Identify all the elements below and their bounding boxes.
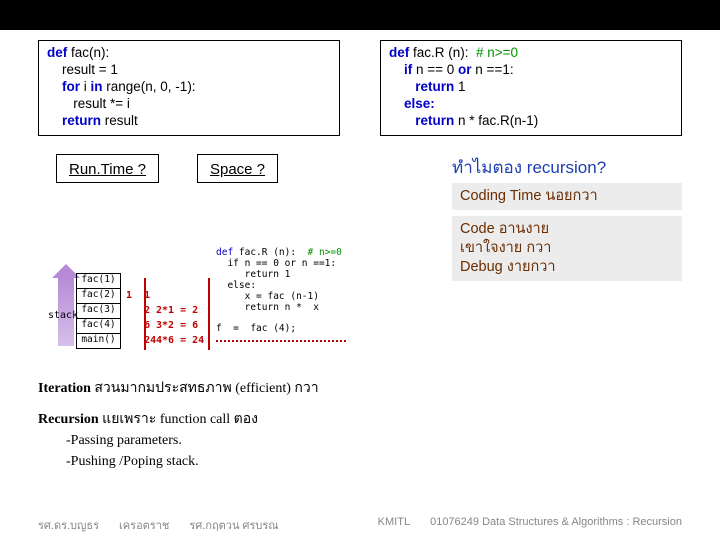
space-question: Space ? — [197, 154, 278, 183]
return-values: 1 1 2 6 24 — [126, 288, 156, 348]
call-stack: fac(1) fac(2) fac(3) fac(4) main() — [76, 273, 121, 349]
explanation-text: Iteration สวนมากมประสทธภาพ (efficient) ก… — [38, 378, 678, 472]
benefit-readable: Code อานงาย เขาใจงาย กวา Debug งายกวา — [452, 216, 682, 281]
dotted-line — [216, 340, 346, 342]
author2: รศ.กฤตวน ศรบรณ — [189, 516, 278, 534]
code-boxes: def fac(n): result = 1 for i in range(n,… — [38, 40, 682, 136]
stack-cell: fac(2) — [77, 288, 121, 303]
author1b: เครอตราช — [119, 516, 169, 534]
trace-line — [144, 278, 146, 350]
stack-cell: fac(3) — [77, 303, 121, 318]
footer: รศ.ดร.บญธร เครอตราช รศ.กฤตวน ศรบรณ KMITL… — [0, 516, 720, 534]
stack-cell: main() — [77, 333, 121, 348]
why-title: ทำไมตอง recursion? — [452, 154, 682, 181]
calculations: 2*1 = 2 3*2 = 6 4*6 = 24 — [156, 288, 204, 348]
code-iterative: def fac(n): result = 1 for i in range(n,… — [38, 40, 340, 136]
diagram-code: def fac.R (n): # n>=0 if n == 0 or n ==1… — [216, 248, 342, 335]
why-recursion: ทำไมตอง recursion? Coding Time นอยกวา Co… — [452, 154, 682, 286]
institution: KMITL — [378, 516, 410, 534]
code-recursive: def fac.R (n): # n>=0 if n == 0 or n ==1… — [380, 40, 682, 136]
runtime-question: Run.Time ? — [56, 154, 159, 183]
author1: รศ.ดร.บญธร — [38, 516, 99, 534]
stack-cell: fac(1) — [77, 273, 121, 288]
benefit-coding-time: Coding Time นอยกวา — [452, 183, 682, 210]
trace-line — [208, 278, 210, 350]
stack-cell: fac(4) — [77, 318, 121, 333]
course: 01076249 Data Structures & Algorithms : … — [430, 516, 682, 534]
stack-label: stack — [48, 310, 78, 321]
title-bar — [0, 0, 720, 30]
